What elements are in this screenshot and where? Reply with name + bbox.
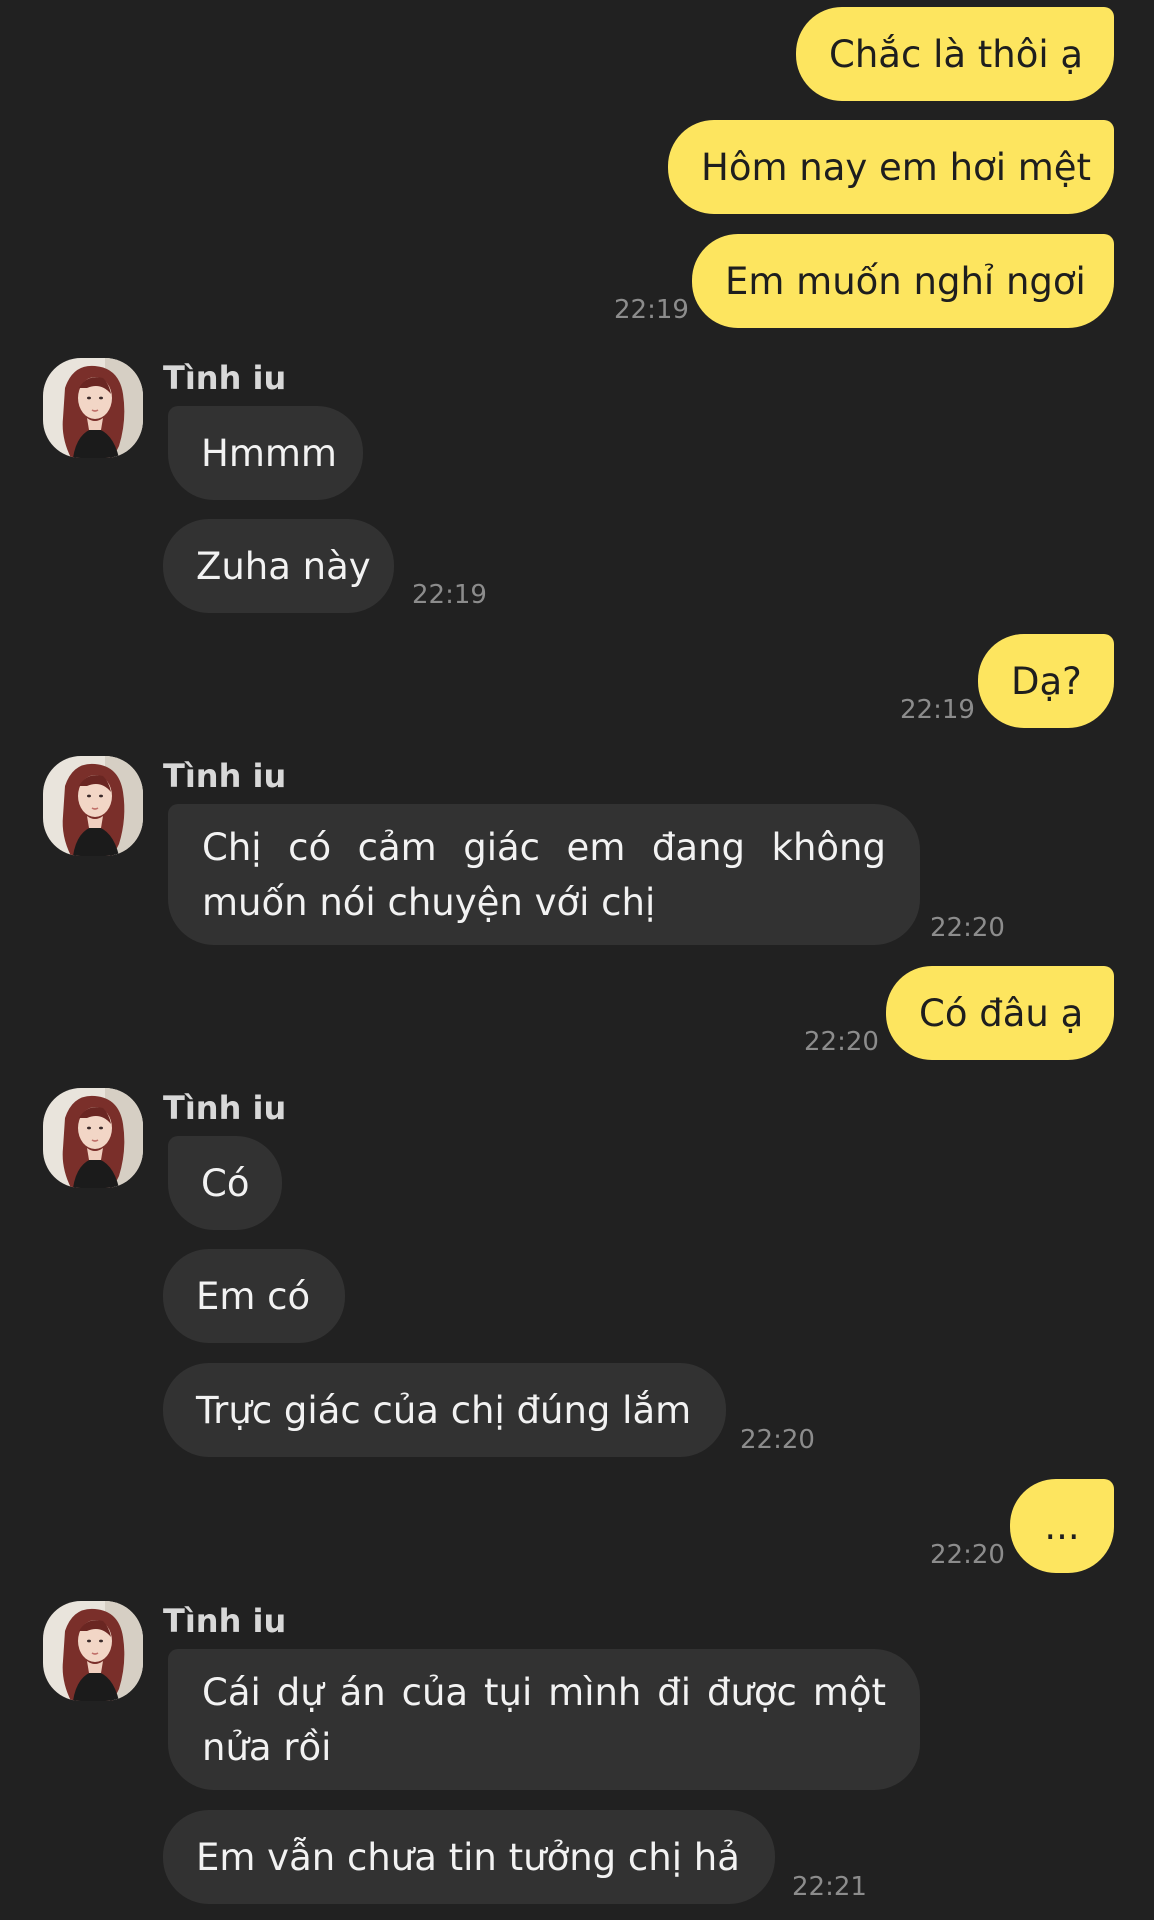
sender-name: Tình iu [163, 359, 287, 397]
outgoing-message[interactable]: ... [1010, 1479, 1114, 1573]
message-timestamp: 22:19 [412, 580, 487, 610]
sender-name: Tình iu [163, 1602, 287, 1640]
contact-avatar[interactable] [43, 358, 143, 458]
incoming-message[interactable]: Em có [163, 1249, 345, 1343]
incoming-message[interactable]: Zuha này [163, 519, 394, 613]
sender-name: Tình iu [163, 1089, 287, 1127]
contact-avatar[interactable] [43, 756, 143, 856]
message-timestamp: 22:19 [614, 295, 689, 325]
incoming-message[interactable]: Em vẫn chưa tin tưởng chị hả [163, 1810, 775, 1904]
message-timestamp: 22:21 [792, 1872, 867, 1902]
incoming-message[interactable]: Cái dự án của tụi mình đi được một nửa r… [168, 1649, 920, 1790]
outgoing-message[interactable]: Có đâu ạ [886, 966, 1114, 1060]
outgoing-message[interactable]: Dạ? [978, 634, 1114, 728]
message-timestamp: 22:19 [900, 695, 975, 725]
incoming-message[interactable]: Trực giác của chị đúng lắm [163, 1363, 726, 1457]
message-timestamp: 22:20 [740, 1425, 815, 1455]
outgoing-message[interactable]: Chắc là thôi ạ [796, 7, 1114, 101]
incoming-message[interactable]: Chị có cảm giác em đang không muốn nói c… [168, 804, 920, 945]
outgoing-message[interactable]: Em muốn nghỉ ngơi [692, 234, 1114, 328]
outgoing-message[interactable]: Hôm nay em hơi mệt [668, 120, 1114, 214]
incoming-message[interactable]: Hmmm [168, 406, 363, 500]
message-timestamp: 22:20 [930, 913, 1005, 943]
message-timestamp: 22:20 [804, 1027, 879, 1057]
contact-avatar[interactable] [43, 1088, 143, 1188]
message-timestamp: 22:20 [930, 1540, 1005, 1570]
chat-thread[interactable]: Chắc là thôi ạ Hôm nay em hơi mệt Em muố… [0, 0, 1154, 1920]
contact-avatar[interactable] [43, 1601, 143, 1701]
sender-name: Tình iu [163, 757, 287, 795]
incoming-message[interactable]: Có [168, 1136, 282, 1230]
